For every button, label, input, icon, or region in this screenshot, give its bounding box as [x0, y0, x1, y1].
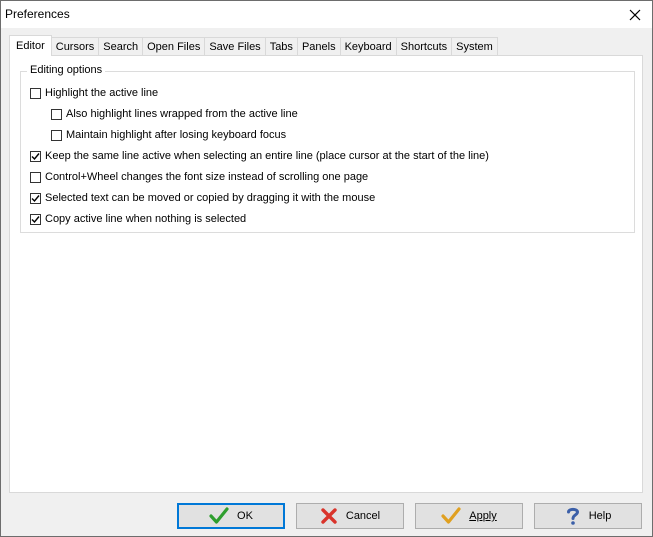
tab-editor[interactable]: Editor: [9, 35, 52, 56]
checkbox[interactable]: [51, 108, 62, 120]
window-title: Preferences: [5, 7, 70, 21]
tab-save-files[interactable]: Save Files: [204, 37, 266, 55]
title-bar: Preferences: [1, 1, 652, 28]
maintain-highlight-option[interactable]: Maintain highlight after losing keyboard…: [51, 129, 286, 141]
option-label: Keep the same line active when selecting…: [45, 150, 489, 162]
tab-panels[interactable]: Panels: [296, 37, 341, 55]
checkbox[interactable]: [51, 129, 62, 141]
tab-label: Search: [103, 40, 139, 53]
drag-selected-text-option[interactable]: Selected text can be moved or copied by …: [30, 192, 375, 204]
help-label: Help: [588, 510, 612, 522]
tab-label: Keyboard: [344, 40, 392, 53]
tab-strip: Editor Cursors Search Open Files Save Fi…: [9, 35, 498, 56]
editor-panel: Editing options Highlight the active lin…: [9, 55, 643, 493]
tab-label: Save Files: [209, 40, 261, 53]
apply-button[interactable]: Apply: [415, 503, 523, 529]
control-wheel-option[interactable]: Control+Wheel changes the font size inst…: [30, 171, 368, 183]
check-icon: [209, 507, 229, 525]
checkbox[interactable]: [30, 150, 41, 162]
option-label: Control+Wheel changes the font size inst…: [45, 171, 369, 183]
checkbox[interactable]: [30, 213, 41, 225]
option-label: Copy active line when nothing is selecte…: [45, 213, 247, 225]
ok-button[interactable]: OK: [177, 503, 285, 529]
tab-open-files[interactable]: Open Files: [142, 37, 206, 55]
tab-label: Shortcuts: [400, 40, 448, 53]
option-label: Also highlight lines wrapped from the ac…: [66, 108, 298, 120]
help-question-icon: [565, 506, 581, 526]
tab-label: System: [456, 40, 493, 53]
keep-line-active-option[interactable]: Keep the same line active when selecting…: [30, 150, 489, 162]
checkbox[interactable]: [30, 87, 41, 99]
tab-label: Tabs: [269, 40, 293, 53]
tab-shortcuts[interactable]: Shortcuts: [395, 37, 453, 55]
group-title: Editing options: [27, 64, 106, 76]
cancel-label: Cancel: [345, 510, 381, 522]
highlight-wrapped-lines-option[interactable]: Also highlight lines wrapped from the ac…: [51, 108, 298, 120]
option-label: Selected text can be moved or copied by …: [45, 192, 376, 204]
option-label: Maintain highlight after losing keyboard…: [66, 129, 287, 141]
tab-label: Cursors: [55, 40, 95, 53]
ok-label: OK: [237, 510, 253, 522]
tab-keyboard[interactable]: Keyboard: [339, 37, 397, 55]
copy-active-line-option[interactable]: Copy active line when nothing is selecte…: [30, 213, 246, 225]
checkbox[interactable]: [30, 171, 41, 183]
cancel-button[interactable]: Cancel: [296, 503, 404, 529]
checkmark-icon: [31, 194, 40, 202]
editing-options-group: Editing options Highlight the active lin…: [20, 64, 635, 233]
tab-cursors[interactable]: Cursors: [50, 37, 100, 55]
tab-label: Editor: [16, 40, 45, 52]
apply-label: Apply: [469, 510, 497, 522]
option-label: Highlight the active line: [45, 87, 159, 99]
tab-system[interactable]: System: [451, 37, 498, 55]
highlight-active-line-option[interactable]: Highlight the active line: [30, 87, 158, 99]
apply-check-icon: [441, 507, 461, 525]
tab-label: Panels: [301, 40, 336, 53]
tab-search[interactable]: Search: [98, 37, 144, 55]
close-icon: [629, 9, 641, 20]
checkbox[interactable]: [30, 192, 41, 204]
checkmark-icon: [31, 152, 40, 160]
close-button[interactable]: [618, 1, 652, 28]
help-button[interactable]: Help: [534, 503, 642, 529]
tab-tabs[interactable]: Tabs: [264, 37, 298, 55]
checkmark-icon: [31, 215, 40, 223]
tab-label: Open Files: [147, 40, 201, 53]
cancel-x-icon: [320, 507, 338, 525]
